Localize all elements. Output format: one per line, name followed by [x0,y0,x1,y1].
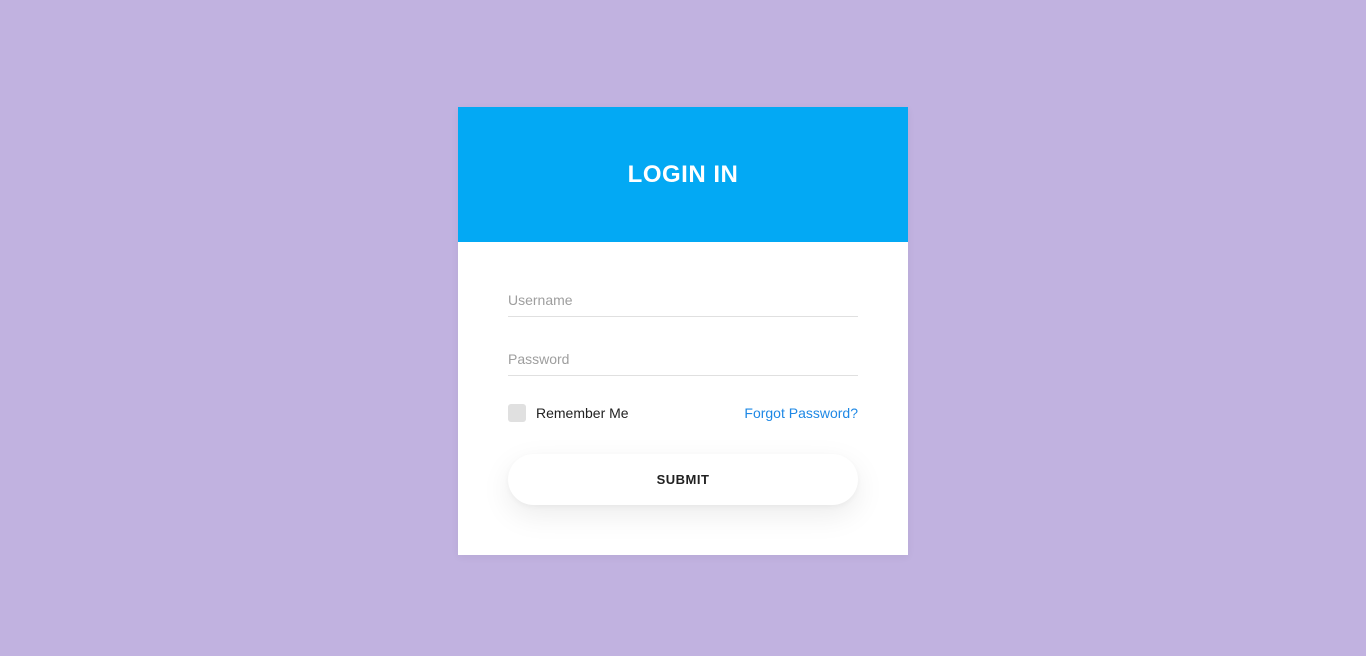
login-title: LOGIN IN [628,161,739,189]
login-header: LOGIN IN [458,107,908,242]
submit-button[interactable]: SUBMIT [508,454,858,505]
options-row: Remember Me Forgot Password? [508,404,858,422]
password-row [508,341,858,376]
login-card: LOGIN IN Remember Me Forgot Password? SU… [458,107,908,555]
remember-me-label[interactable]: Remember Me [536,405,629,421]
username-row [508,282,858,317]
forgot-password-link[interactable]: Forgot Password? [744,405,858,421]
remember-me-group: Remember Me [508,404,629,422]
password-input[interactable] [508,341,858,376]
remember-me-checkbox[interactable] [508,404,526,422]
login-body: Remember Me Forgot Password? SUBMIT [458,242,908,555]
username-input[interactable] [508,282,858,317]
